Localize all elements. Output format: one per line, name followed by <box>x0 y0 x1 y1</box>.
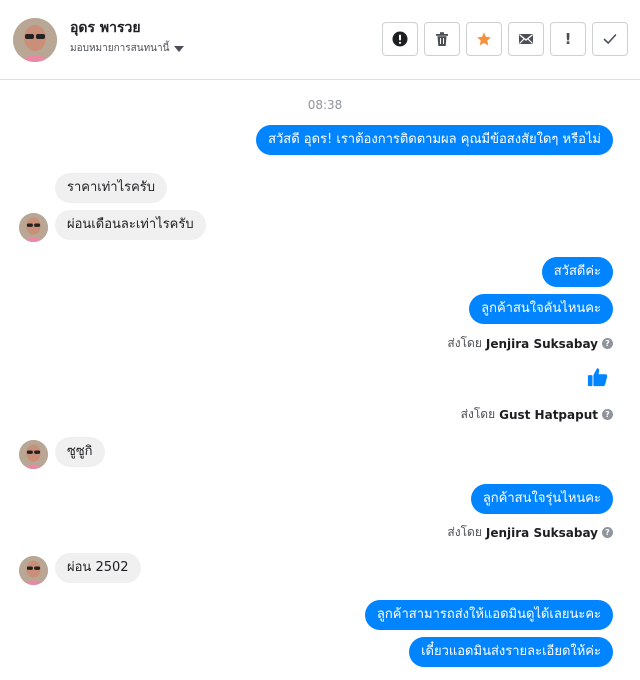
star-icon <box>477 32 491 46</box>
sent-by-prefix: ส่งโดย <box>460 407 496 421</box>
message-bubble-outgoing[interactable]: ลูกค้าสนใจรุ่นไหนคะ <box>470 484 613 514</box>
checkmark-icon <box>603 34 617 45</box>
thumbs-up-icon[interactable] <box>587 366 609 388</box>
star-button[interactable] <box>466 22 502 56</box>
sent-by-prefix: ส่งโดย <box>447 525 482 539</box>
help-icon[interactable]: ? <box>602 338 613 349</box>
envelope-icon <box>519 34 533 44</box>
message-bubble-incoming[interactable]: ราคาเท่าไรครับ <box>55 173 168 203</box>
contact-name[interactable]: อุดร พารวย <box>70 17 141 39</box>
trash-icon <box>436 32 448 46</box>
conversation-header: อุดร พารวย มอบหมายการสนทนานี้ ! <box>0 0 640 80</box>
delete-button[interactable] <box>424 22 460 56</box>
done-button[interactable] <box>592 22 628 56</box>
help-icon[interactable]: ? <box>602 409 613 420</box>
help-icon[interactable]: ? <box>602 527 613 538</box>
assign-conversation-dropdown[interactable]: มอบหมายการสนทนานี้ <box>70 41 185 56</box>
sender-avatar[interactable] <box>19 213 48 242</box>
message-bubble-outgoing[interactable]: สวัสดีค่ะ <box>541 257 613 287</box>
assign-label: มอบหมายการสนทนานี้ <box>70 43 170 54</box>
important-button[interactable]: ! <box>550 22 586 56</box>
sender-avatar[interactable] <box>19 556 48 585</box>
message-bubble-incoming[interactable]: ผ่อนเดือนละเท่าไรครับ <box>55 210 206 240</box>
sent-by-label: ส่งโดย Jenjira Suksabay ? <box>447 523 613 542</box>
exclamation-icon: ! <box>564 29 572 48</box>
report-button[interactable] <box>382 22 418 56</box>
contact-avatar[interactable] <box>13 18 57 62</box>
message-bubble-outgoing[interactable]: ลูกค้าสามารถส่งให้แอดมินดูได้เลยนะคะ <box>364 600 613 630</box>
sent-by-name[interactable]: Gust Hatpaput <box>499 408 598 422</box>
sent-by-label: ส่งโดย Jenjira Suksabay ? <box>447 334 613 353</box>
message-bubble-outgoing[interactable]: เดี๋ยวแอดมินส่งรายละเอียดให้ค่ะ <box>409 637 613 667</box>
sender-avatar[interactable] <box>19 440 48 469</box>
message-bubble-outgoing[interactable]: ลูกค้าสนใจคันไหนคะ <box>469 294 613 324</box>
sent-by-name[interactable]: Jenjira Suksabay <box>486 337 598 351</box>
mark-unread-button[interactable] <box>508 22 544 56</box>
sent-by-name[interactable]: Jenjira Suksabay <box>486 526 598 540</box>
caret-down-icon <box>174 45 185 52</box>
message-bubble-incoming[interactable]: ผ่อน 2502 <box>55 553 141 583</box>
message-bubble-incoming[interactable]: ซูซูกิ <box>55 437 105 467</box>
exclamation-circle-icon <box>392 31 408 47</box>
message-bubble-outgoing[interactable]: สวัสดี อุดร! เราต้องการติดตามผล คุณมีข้อ… <box>256 125 613 155</box>
conversation-toolbar: ! <box>382 22 628 56</box>
message-timestamp: 08:38 <box>307 98 343 112</box>
sent-by-prefix: ส่งโดย <box>447 336 482 350</box>
sent-by-label: ส่งโดย Gust Hatpaput ? <box>461 405 613 424</box>
